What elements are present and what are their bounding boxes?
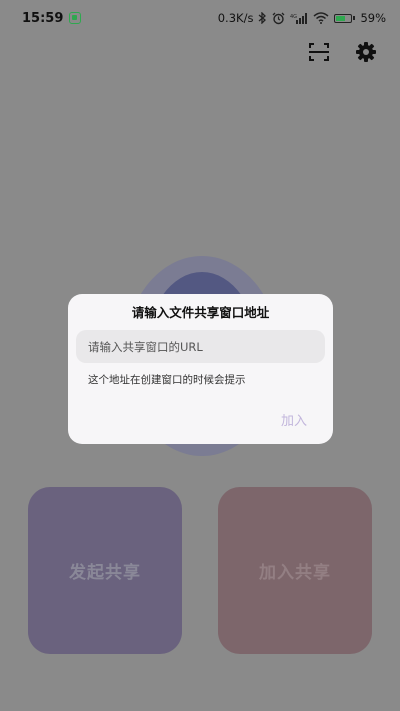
battery-icon (334, 13, 356, 23)
network-speed: 0.3K/s (217, 11, 254, 25)
app-notification-icon (69, 12, 82, 24)
status-time: 15:59 (22, 10, 64, 26)
join-share-label: 加入共享 (259, 563, 331, 583)
start-share-label: 发起共享 (69, 563, 141, 583)
url-input[interactable] (76, 330, 325, 363)
status-left: 15:59 (22, 10, 82, 26)
join-url-dialog: 请输入文件共享窗口地址 这个地址在创建窗口的时候会提示 加入 (68, 294, 333, 444)
join-share-button[interactable]: 加入共享 (218, 487, 372, 654)
bluetooth-icon (258, 12, 267, 24)
battery-percent: 59% (360, 11, 386, 25)
alarm-icon (272, 12, 285, 25)
scan-icon[interactable] (307, 40, 331, 64)
dialog-join-button[interactable]: 加入 (281, 410, 307, 429)
settings-icon[interactable] (354, 40, 378, 64)
start-share-button[interactable]: 发起共享 (28, 487, 182, 654)
wifi-icon (313, 12, 329, 24)
signal-icon: 4G (290, 12, 308, 24)
dialog-hint: 这个地址在创建窗口的时候会提示 (88, 374, 246, 386)
status-bar: 15:59 0.3K/s 4G 59% (0, 0, 400, 36)
status-right: 0.3K/s 4G 59% (218, 11, 386, 25)
dialog-title: 请输入文件共享窗口地址 (131, 305, 270, 320)
signal-label: 4G (290, 14, 297, 20)
